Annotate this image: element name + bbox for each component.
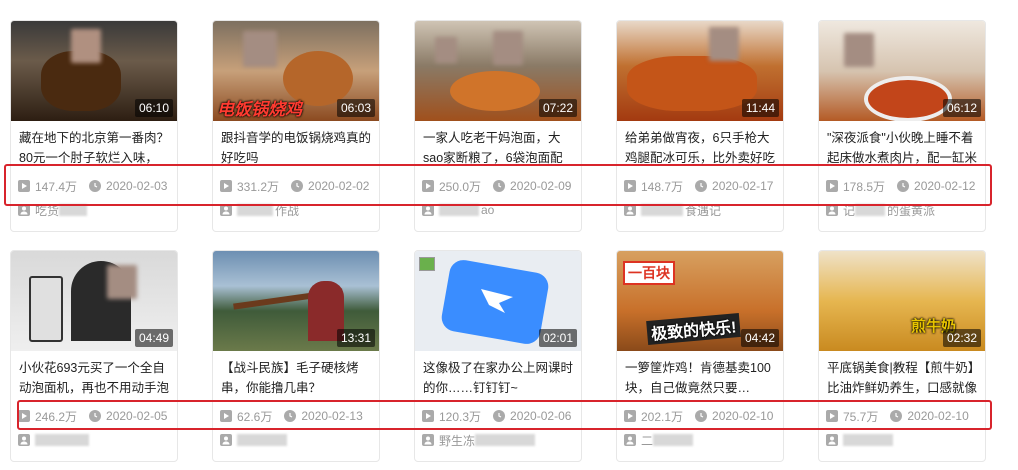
- duration-badge: 02:32: [942, 329, 981, 347]
- user-icon: [624, 434, 636, 446]
- video-title[interactable]: 【战斗民族】毛子硬核烤串，你能撸几串？: [221, 358, 371, 398]
- video-thumbnail[interactable]: 13:31: [213, 251, 379, 351]
- video-title[interactable]: 小伙花693元买了一个全自动泡面机，再也不用动手泡: [19, 358, 169, 398]
- duration-badge: 13:31: [336, 329, 375, 347]
- duration-badge: 04:49: [134, 329, 173, 347]
- duration-badge: 11:44: [741, 99, 779, 117]
- redacted-author: [843, 434, 893, 446]
- author-line[interactable]: [220, 431, 379, 449]
- video-title[interactable]: 这像极了在家办公上网课时的你……钉钉钉~: [423, 358, 573, 398]
- duration-badge: 07:22: [538, 99, 577, 117]
- duration-badge: 04:42: [740, 329, 779, 347]
- video-title[interactable]: 跟抖音学的电饭锅烧鸡真的好吃吗: [221, 128, 371, 168]
- highlight-box-row1-meta: [4, 164, 992, 206]
- video-thumbnail[interactable]: 07:22: [415, 21, 581, 121]
- video-thumbnail[interactable]: 06:12: [819, 21, 985, 121]
- video-thumbnail[interactable]: 04:49: [11, 251, 177, 351]
- video-title[interactable]: "深夜派食"小伙晚上睡不着起床做水煮肉片，配一缸米: [827, 128, 977, 168]
- video-card[interactable]: 一百块 极致的快乐! 04:42 一箩筐炸鸡！肯德基卖100块，自己做竟然只要……: [616, 250, 784, 462]
- video-card[interactable]: 04:49 小伙花693元买了一个全自动泡面机，再也不用动手泡 246.2万 2…: [10, 250, 178, 462]
- price-badge: 一百块: [623, 261, 675, 285]
- author-name[interactable]: 二: [641, 432, 653, 449]
- video-title[interactable]: 一箩筐炸鸡！肯德基卖100块，自己做竟然只要…: [625, 358, 775, 398]
- video-thumbnail[interactable]: 02:01: [415, 251, 581, 351]
- highlight-box-row2-meta: [17, 400, 992, 430]
- redacted-author: [35, 434, 89, 446]
- video-title[interactable]: 给弟弟做宵夜，6只手枪大鸡腿配冰可乐，比外卖好吃: [625, 128, 775, 168]
- author-line[interactable]: [18, 431, 177, 449]
- author-line[interactable]: [826, 431, 985, 449]
- user-icon: [422, 434, 434, 446]
- video-thumbnail[interactable]: 电饭锅烧鸡 06:03: [213, 21, 379, 121]
- video-card[interactable]: 02:01 这像极了在家办公上网课时的你……钉钉钉~ 120.3万 2020-0…: [414, 250, 582, 462]
- author-line[interactable]: 野生冻: [422, 431, 581, 449]
- duration-badge: 02:01: [538, 329, 577, 347]
- author-line[interactable]: 二: [624, 431, 783, 449]
- video-title[interactable]: 藏在地下的北京第一番肉？80元一个肘子软烂入味，配: [19, 128, 169, 168]
- dingtalk-icon: [481, 289, 513, 313]
- video-thumbnail[interactable]: 煎牛奶 02:32: [819, 251, 985, 351]
- video-thumbnail[interactable]: 一百块 极致的快乐! 04:42: [617, 251, 783, 351]
- author-name[interactable]: 野生冻: [439, 432, 475, 449]
- video-card[interactable]: 煎牛奶 02:32 平底锅美食|教程【煎牛奶】比油炸鲜奶养生，口感就像 75.7…: [818, 250, 986, 462]
- redacted-author: [653, 434, 694, 446]
- video-thumbnail[interactable]: 11:44: [617, 21, 783, 121]
- user-icon: [826, 434, 838, 446]
- duration-badge: 06:10: [134, 99, 173, 117]
- redacted-author: [237, 434, 287, 446]
- video-card[interactable]: 13:31 【战斗民族】毛子硬核烤串，你能撸几串？ 62.6万 2020-02-…: [212, 250, 380, 462]
- user-icon: [18, 434, 30, 446]
- user-icon: [220, 434, 232, 446]
- duration-badge: 06:12: [942, 99, 981, 117]
- video-title[interactable]: 一家人吃老干妈泡面，大sao家断粮了，6袋泡面配前: [423, 128, 573, 168]
- video-thumbnail[interactable]: 06:10: [11, 21, 177, 121]
- thumbnail-caption: 电饭锅烧鸡: [217, 100, 302, 119]
- video-title[interactable]: 平底锅美食|教程【煎牛奶】比油炸鲜奶养生，口感就像: [827, 358, 977, 398]
- duration-badge: 06:03: [336, 99, 375, 117]
- redacted-author: [475, 434, 536, 446]
